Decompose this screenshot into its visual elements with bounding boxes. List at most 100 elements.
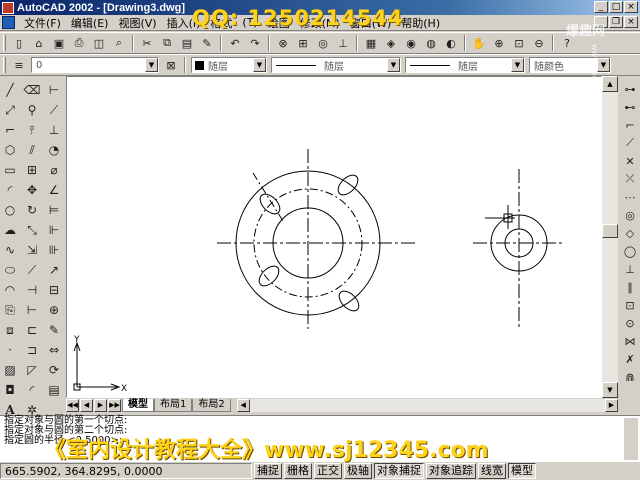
hatch-icon[interactable]: ▨	[1, 361, 19, 379]
pline-icon[interactable]: ⌐	[1, 121, 19, 139]
polar-toggle[interactable]: 极轴	[344, 463, 372, 479]
osnap-settings-icon[interactable]: ⋒	[621, 368, 639, 386]
undo-icon[interactable]: ↶	[226, 34, 244, 52]
preview-icon[interactable]: ◫	[90, 34, 108, 52]
array-icon[interactable]: ⊞	[23, 161, 41, 179]
offset-icon[interactable]: ⫽	[23, 141, 41, 159]
dim-update-icon[interactable]: ⟳	[45, 361, 63, 379]
dim-radius-icon[interactable]: ◔	[45, 141, 63, 159]
rectang-icon[interactable]: ▭	[1, 161, 19, 179]
linetype-dropdown[interactable]: 随层 ▼	[271, 57, 401, 73]
osnap-toggle[interactable]: 对象捕捉	[374, 463, 424, 479]
snap-insert-icon[interactable]: ⊡	[621, 296, 639, 314]
dim-continue-icon[interactable]: ⊪	[45, 241, 63, 259]
properties-icon[interactable]: ▦	[362, 34, 380, 52]
ortho-toggle[interactable]: 正交	[314, 463, 342, 479]
spline-icon[interactable]: ∿	[1, 241, 19, 259]
lineweight-dropdown[interactable]: 随层 ▼	[405, 57, 525, 73]
snap-node-icon[interactable]: ⊙	[621, 314, 639, 332]
new-icon[interactable]: ▯	[10, 34, 28, 52]
snap-extension-icon[interactable]: ⋯	[621, 188, 639, 206]
markup-icon[interactable]: ◐	[442, 34, 460, 52]
tab-next-button[interactable]: ▶	[94, 399, 107, 412]
tracking-icon[interactable]: ⊞	[294, 34, 312, 52]
stretch-icon[interactable]: ⇲	[23, 241, 41, 259]
xline-icon[interactable]: ⤢	[1, 101, 19, 119]
dbconnect-icon[interactable]: ◍	[422, 34, 440, 52]
dim-linear-icon[interactable]: ⊢	[45, 81, 63, 99]
autocad-app-icon[interactable]	[2, 1, 14, 14]
chevron-down-icon[interactable]: ▼	[253, 58, 266, 72]
snap-tangent-icon[interactable]: ◯	[621, 242, 639, 260]
dim-edit-icon[interactable]: ✎	[45, 321, 63, 339]
tool-palette-icon[interactable]: ◉	[402, 34, 420, 52]
lengthen-icon[interactable]: ⟋	[23, 261, 41, 279]
menu-view[interactable]: 视图(V)	[113, 15, 161, 31]
dim-aligned-icon[interactable]: ⟋	[45, 101, 63, 119]
rotate-icon[interactable]: ↻	[23, 201, 41, 219]
snap-from-icon[interactable]: ◎	[314, 34, 332, 52]
qdim-icon[interactable]: ⊨	[45, 201, 63, 219]
snap-center-icon[interactable]: ◎	[621, 206, 639, 224]
bolt-hole[interactable]	[336, 288, 363, 315]
tab-layout1[interactable]: 布局1	[154, 399, 193, 412]
tab-prev-button[interactable]: ◀	[80, 399, 93, 412]
dim-diameter-icon[interactable]: ⌀	[45, 161, 63, 179]
scroll-right-button[interactable]: ▶	[605, 399, 618, 412]
close-button[interactable]: ×	[624, 1, 638, 13]
scroll-up-button[interactable]: ▲	[602, 76, 618, 92]
move-icon[interactable]: ✥	[23, 181, 41, 199]
grid-toggle[interactable]: 栅格	[284, 463, 312, 479]
revcloud-icon[interactable]: ☁	[1, 221, 19, 239]
insert-icon[interactable]: ⎘	[1, 301, 19, 319]
snap-apparent-icon[interactable]: ⤫	[621, 170, 639, 188]
design-center-icon[interactable]: ◈	[382, 34, 400, 52]
lineweight-toggle[interactable]: 线宽	[478, 463, 506, 479]
fillet-icon[interactable]: ◜	[23, 381, 41, 399]
dim-angular-icon[interactable]: ∠	[45, 181, 63, 199]
dimstyle-icon[interactable]: ▤	[45, 381, 63, 399]
join-icon[interactable]: ⊐	[23, 341, 41, 359]
minimize-button[interactable]: _	[594, 1, 608, 13]
zoom-previous-icon[interactable]: ⊖	[530, 34, 548, 52]
dim-baseline-icon[interactable]: ⊩	[45, 221, 63, 239]
scroll-left-button[interactable]: ◀	[236, 399, 250, 412]
snap-quadrant-icon[interactable]: ◇	[621, 224, 639, 242]
snap-from-icon[interactable]: ⊷	[621, 98, 639, 116]
document-icon[interactable]	[2, 16, 15, 29]
tolerance-icon[interactable]: ⊟	[45, 281, 63, 299]
snap-parallel-icon[interactable]: ∥	[621, 278, 639, 296]
toolbar-grip-2[interactable]	[3, 57, 6, 73]
redo-icon[interactable]: ↷	[246, 34, 264, 52]
polygon-icon[interactable]: ⬡	[1, 141, 19, 159]
command-scrollbar[interactable]	[624, 418, 638, 460]
snap-none-icon[interactable]: ✗	[621, 350, 639, 368]
trim-icon[interactable]: ⊣	[23, 281, 41, 299]
save-icon[interactable]: ▣	[50, 34, 68, 52]
cut-icon[interactable]: ✂	[138, 34, 156, 52]
paste-icon[interactable]: ▤	[178, 34, 196, 52]
horizontal-scrollbar[interactable]: ◀ ▶	[236, 399, 618, 412]
coordinate-display[interactable]: 665.5902, 364.8295, 0.0000	[0, 463, 252, 479]
ucs-icon[interactable]: ⊥	[334, 34, 352, 52]
menu-edit[interactable]: 编辑(E)	[66, 15, 114, 31]
zoom-realtime-icon[interactable]: ⊕	[490, 34, 508, 52]
snap-midpoint-icon[interactable]: ⟋	[621, 134, 639, 152]
scroll-thumb[interactable]	[602, 224, 618, 238]
vertical-scrollbar[interactable]: ▲ ▼	[602, 76, 618, 398]
matchprop-icon[interactable]: ✎	[198, 34, 216, 52]
layer-dropdown[interactable]: 0 ▼	[31, 57, 159, 73]
toolbar-grip[interactable]	[3, 35, 6, 51]
point-icon[interactable]: ·	[1, 341, 19, 359]
scroll-down-button[interactable]: ▼	[602, 382, 618, 398]
drawing-area[interactable]: Y X	[66, 76, 602, 398]
snap-temp-track-icon[interactable]: ⊶	[621, 80, 639, 98]
break-icon[interactable]: ⊏	[23, 321, 41, 339]
make-current-layer-icon[interactable]: ⊠	[162, 56, 180, 74]
arc-icon[interactable]: ◜	[1, 181, 19, 199]
find-icon[interactable]: ⌕	[110, 34, 128, 52]
chevron-down-icon[interactable]: ▼	[387, 58, 400, 72]
block-icon[interactable]: ⧈	[1, 321, 19, 339]
doc-close-button[interactable]: ×	[624, 16, 638, 28]
snap-endpoint-icon[interactable]: ⌐	[621, 116, 639, 134]
